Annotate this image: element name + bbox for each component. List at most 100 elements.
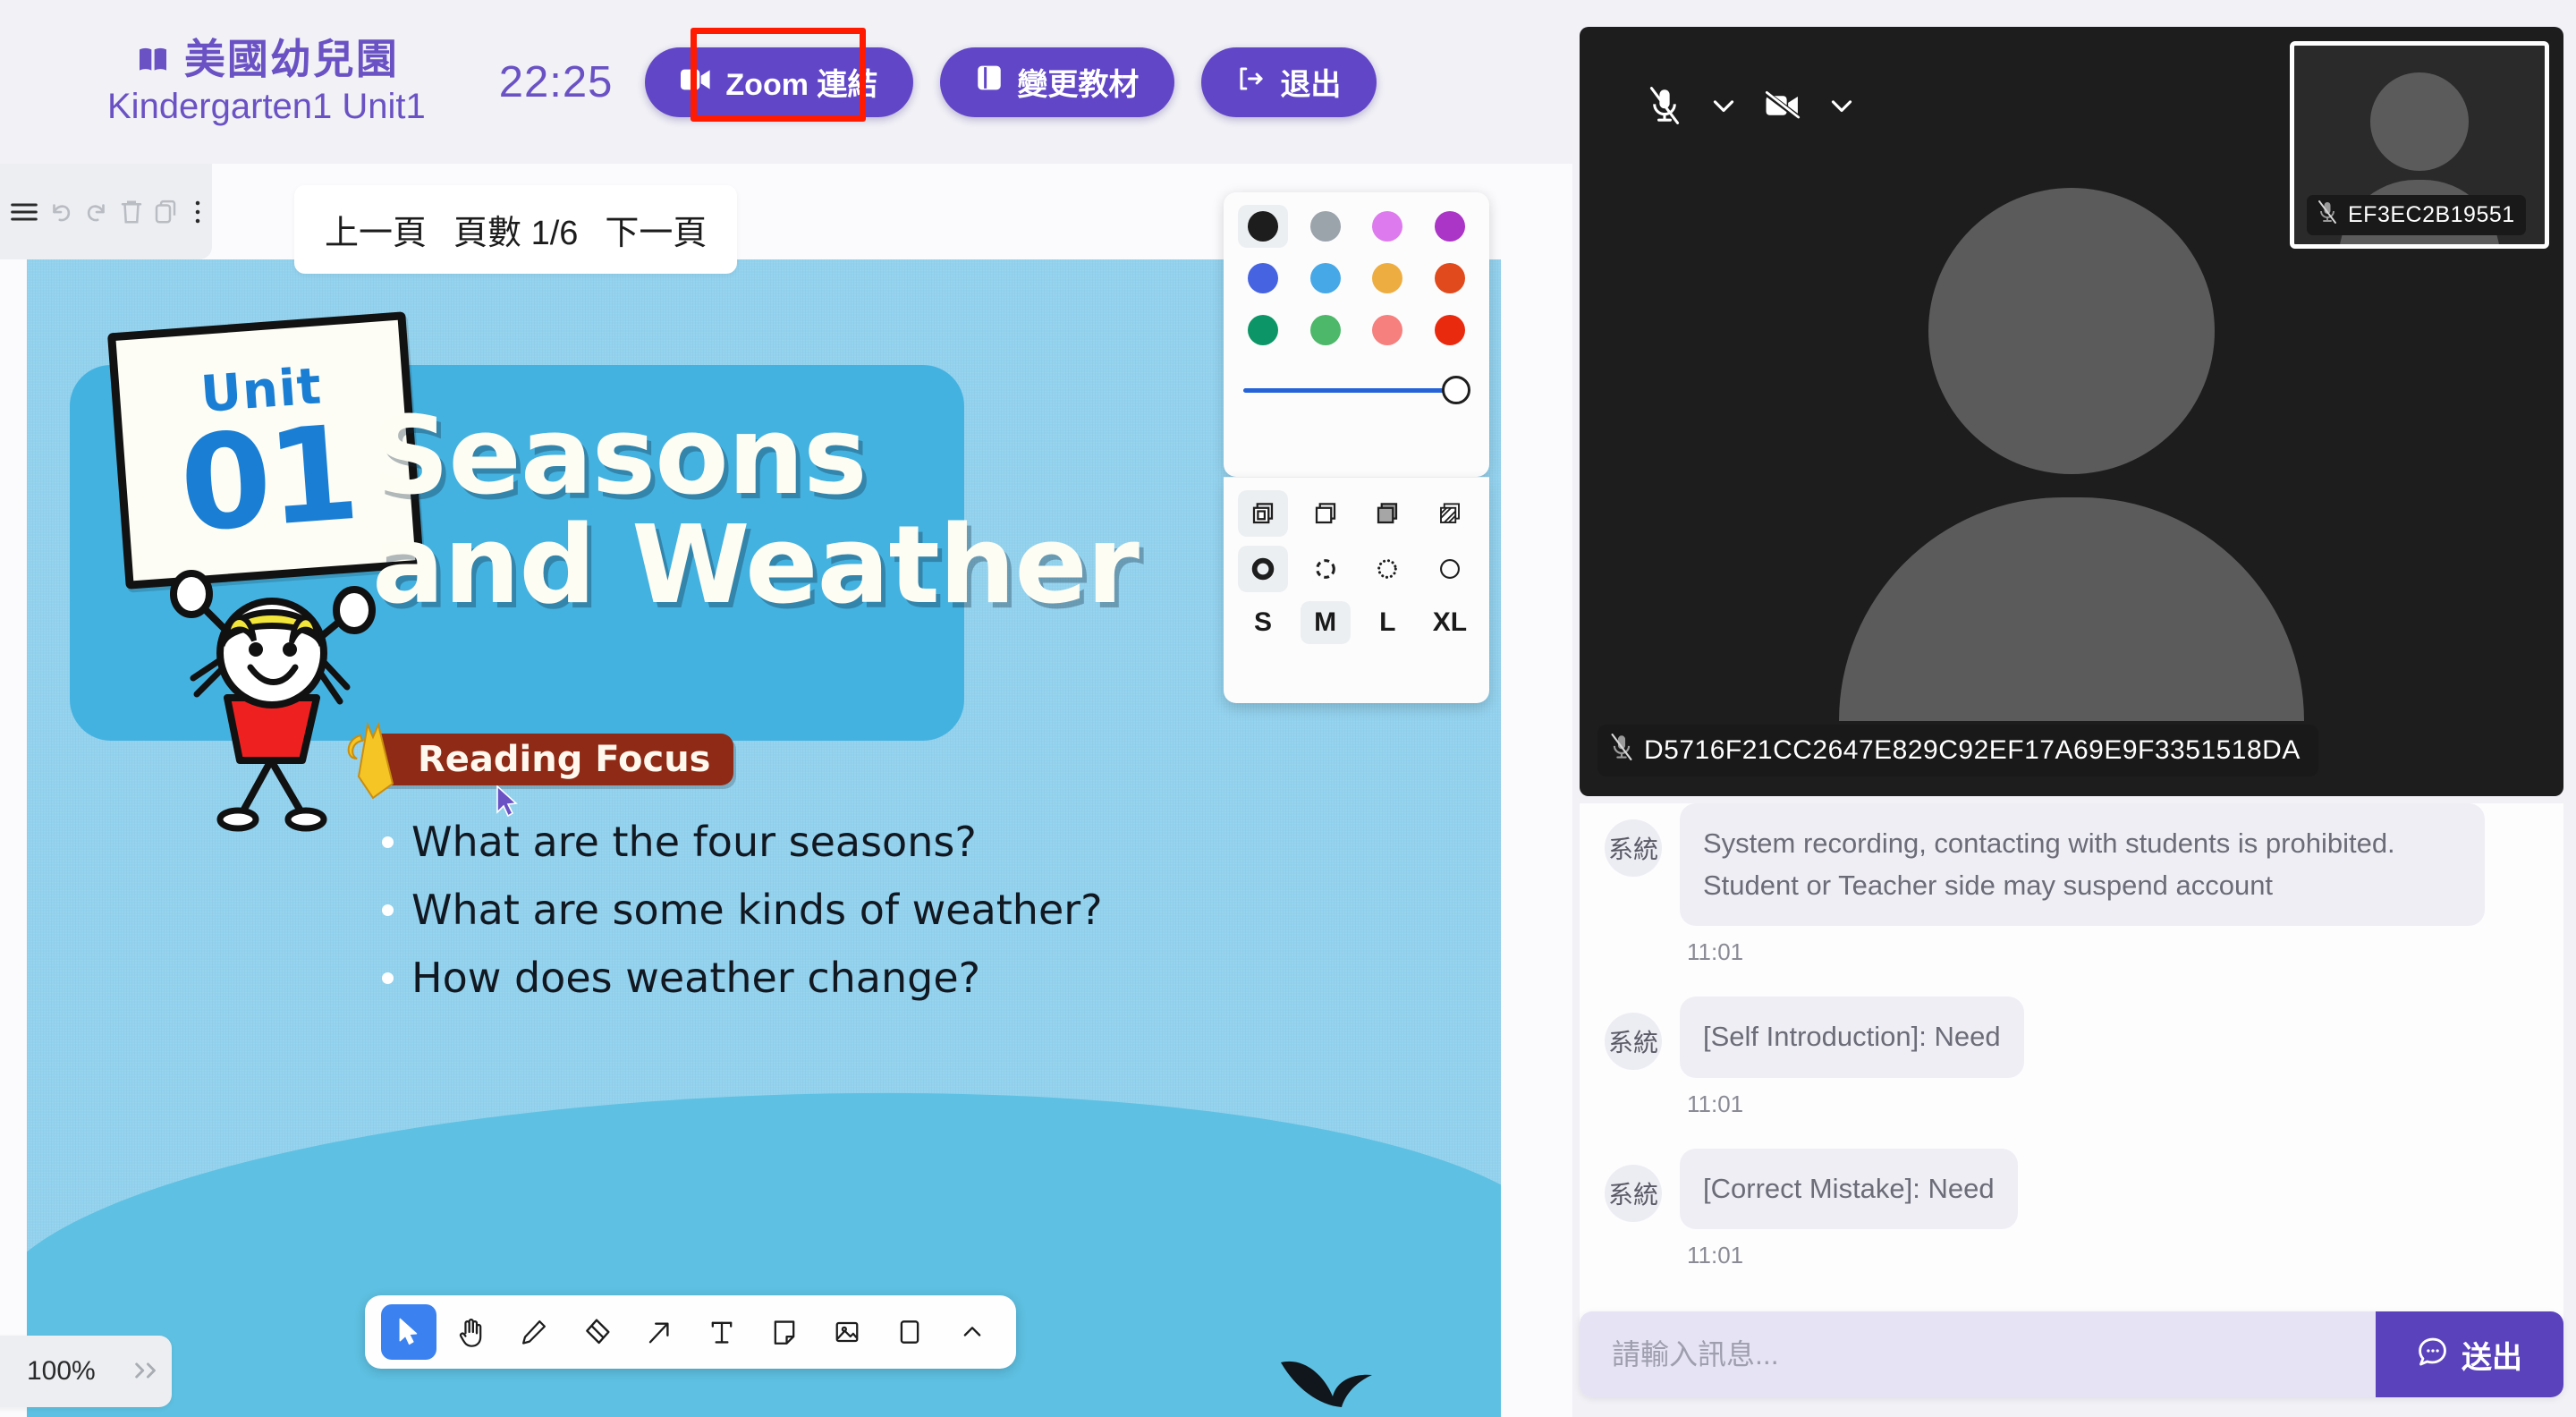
color-swatch-sky-blue[interactable] <box>1301 257 1351 300</box>
more-vertical-icon[interactable] <box>187 194 208 230</box>
arrow-tool-button[interactable] <box>631 1304 687 1360</box>
hamburger-menu-icon[interactable] <box>10 194 38 230</box>
next-page-button[interactable]: 下一頁 <box>605 205 707 254</box>
header-buttons: Zoom 連結 變更教材 退出 <box>645 47 1377 117</box>
size-l-button[interactable]: L <box>1362 601 1412 644</box>
chevron-down-icon[interactable] <box>1812 82 1871 129</box>
undo-arrow-icon[interactable] <box>47 194 74 230</box>
prev-page-button[interactable]: 上一頁 <box>325 205 427 254</box>
video-stage: D5716F21CC2647E829C92EF17A69E9F3351518DA <box>1580 27 2563 796</box>
brand-subtitle: Kindergarten1 Unit1 <box>107 86 426 126</box>
avatar-body <box>1839 497 2304 721</box>
self-view-pip[interactable]: EF3EC2B19551 <box>2290 41 2549 249</box>
logout-icon <box>1237 64 1266 99</box>
fill-transparent-icon[interactable] <box>1301 490 1351 537</box>
trash-icon[interactable] <box>119 194 144 230</box>
message-input[interactable] <box>1580 1311 2376 1397</box>
chat-bubble-icon <box>2417 1336 2449 1374</box>
fill-outline-icon[interactable] <box>1238 490 1288 537</box>
color-row <box>1238 309 1475 352</box>
message-text: [Correct Mistake]: Need <box>1680 1148 2018 1229</box>
stroke-thin-icon[interactable] <box>1425 546 1475 592</box>
message-time: 11:01 <box>1687 1242 1744 1269</box>
size-m-button[interactable]: M <box>1300 601 1351 644</box>
color-swatch-orange-red[interactable] <box>1425 257 1475 300</box>
page-counter: 頁數 1/6 <box>453 215 579 252</box>
hand-tool-button[interactable] <box>444 1304 499 1360</box>
color-swatch-green[interactable] <box>1301 309 1351 352</box>
opacity-slider[interactable] <box>1238 361 1475 412</box>
color-swatch-purple[interactable] <box>1425 205 1475 248</box>
rectangle-tool-button[interactable] <box>882 1304 937 1360</box>
color-swatch-amber[interactable] <box>1362 257 1412 300</box>
zoom-link-button[interactable]: Zoom 連結 <box>645 47 914 117</box>
size-row: S M L XL <box>1238 601 1475 644</box>
session-clock: 22:25 <box>498 57 614 106</box>
chevron-down-icon[interactable] <box>1694 82 1753 129</box>
video-camera-icon <box>681 64 711 99</box>
chat-composer: 送出 <box>1580 1311 2563 1397</box>
zoom-link-label: Zoom 連結 <box>725 68 878 102</box>
size-xl-button[interactable]: XL <box>1425 601 1475 644</box>
book-list-icon <box>976 64 1003 99</box>
eraser-tool-button[interactable] <box>569 1304 624 1360</box>
fill-solid-icon[interactable] <box>1362 490 1412 537</box>
color-swatch-gray[interactable] <box>1301 205 1351 248</box>
exit-button[interactable]: 退出 <box>1201 47 1377 117</box>
open-book-icon <box>134 42 172 78</box>
avatar-head <box>1928 188 2215 474</box>
slider-knob[interactable] <box>1442 376 1470 404</box>
right-panel: D5716F21CC2647E829C92EF17A69E9F3351518DA <box>1572 0 2576 1417</box>
microphone-muted-icon <box>1610 734 1633 768</box>
color-swatch-light-violet[interactable] <box>1362 205 1412 248</box>
expand-tools-button[interactable] <box>945 1304 1000 1360</box>
pencil-tool-button[interactable] <box>506 1304 562 1360</box>
slide-title-line1: Seasons <box>372 395 868 519</box>
color-swatch-black[interactable] <box>1238 205 1288 248</box>
message-text: [Self Introduction]: Need <box>1680 997 2024 1078</box>
canvas-mini-toolbar <box>0 164 212 259</box>
color-row <box>1238 257 1475 300</box>
copy-icon[interactable] <box>153 194 178 230</box>
stroke-dashed-icon[interactable] <box>1301 546 1351 592</box>
slide-title: Seasons and Weather <box>372 395 1140 622</box>
color-swatch-salmon[interactable] <box>1362 309 1412 352</box>
shape-properties-panel: S M L XL <box>1224 477 1489 703</box>
color-swatch-indigo[interactable] <box>1238 257 1288 300</box>
pip-participant-name: EF3EC2B19551 <box>2348 202 2515 227</box>
color-swatch-red[interactable] <box>1425 309 1475 352</box>
send-button[interactable]: 送出 <box>2376 1311 2563 1397</box>
message-body: [Correct Mistake]: Need 11:01 <box>1680 1148 2018 1292</box>
exit-label: 退出 <box>1280 68 1342 102</box>
double-chevron-right-icon[interactable] <box>131 1356 162 1387</box>
sender-avatar: 系統 <box>1605 1164 1662 1222</box>
reading-focus-questions: What are the four seasons? What are some… <box>371 818 1103 1002</box>
stroke-dotted-icon[interactable] <box>1362 546 1412 592</box>
select-tool-button[interactable] <box>381 1304 436 1360</box>
drawing-tool-dock <box>365 1295 1016 1369</box>
color-swatch-teal-green[interactable] <box>1238 309 1288 352</box>
chat-message: 系統 [Correct Mistake]: Need 11:01 <box>1580 1148 2563 1292</box>
text-tool-button[interactable] <box>694 1304 750 1360</box>
image-tool-button[interactable] <box>819 1304 875 1360</box>
app-root: 美國幼兒園 Kindergarten1 Unit1 22:25 Zoom 連結 <box>0 0 2576 1417</box>
sticky-note-tool-button[interactable] <box>757 1304 812 1360</box>
zoom-level-label[interactable]: 100% <box>27 1356 96 1387</box>
size-s-button[interactable]: S <box>1238 601 1288 644</box>
reading-focus-block: Reading Focus What are the four seasons?… <box>347 721 1103 1022</box>
video-camera-off-icon[interactable] <box>1753 82 1812 129</box>
question-text: What are the four seasons? <box>411 818 977 866</box>
pip-participant-name-chip: EF3EC2B19551 <box>2307 195 2526 235</box>
microphone-muted-icon[interactable] <box>1635 82 1694 129</box>
question-text: What are some kinds of weather? <box>411 886 1103 934</box>
chat-message: 系統 [Self Introduction]: Need 11:01 <box>1580 997 2563 1140</box>
stroke-style-row <box>1238 546 1475 592</box>
message-time: 11:01 <box>1687 1090 1744 1117</box>
stroke-solid-icon[interactable] <box>1238 546 1288 592</box>
message-time: 11:01 <box>1687 938 1744 965</box>
chat-panel[interactable]: 系統 System recording, contacting with stu… <box>1580 803 2563 1336</box>
fill-hatched-icon[interactable] <box>1425 490 1475 537</box>
ribbon-icon <box>347 721 394 800</box>
change-material-button[interactable]: 變更教材 <box>940 47 1175 117</box>
redo-arrow-icon[interactable] <box>83 194 110 230</box>
